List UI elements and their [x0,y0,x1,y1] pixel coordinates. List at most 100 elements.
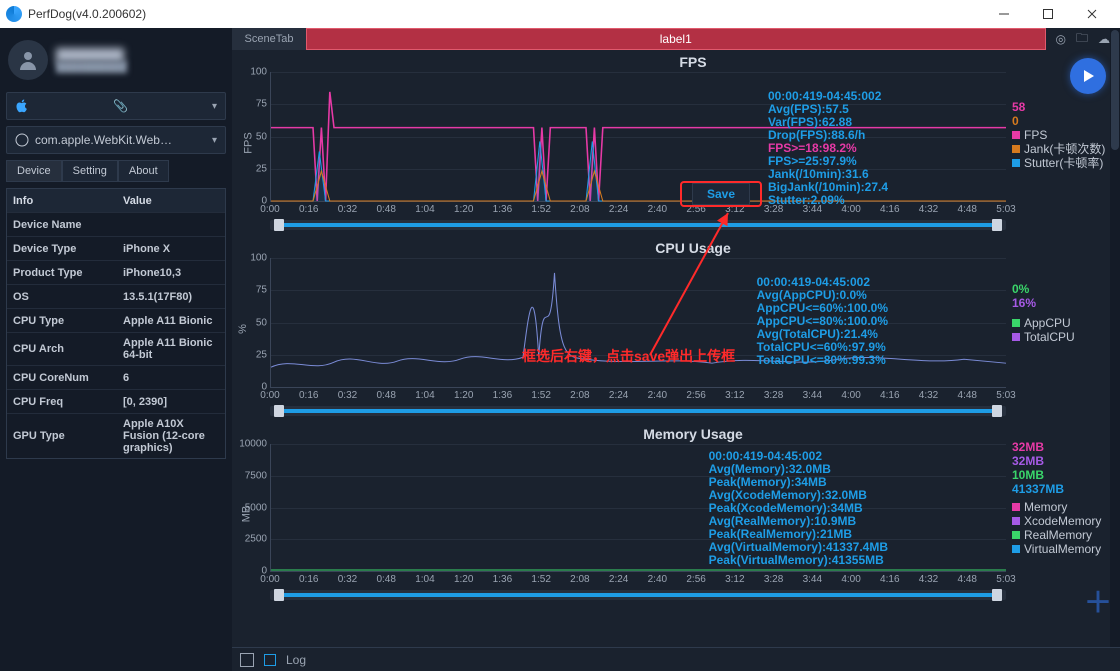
tab-setting[interactable]: Setting [62,160,118,182]
xtick: 0:00 [260,574,279,585]
chart-legend: 0% 16% AppCPU TotalCPU [1012,282,1116,344]
slider-handle-left[interactable] [274,219,284,231]
minimize-button[interactable] [982,0,1026,28]
chart-title: Memory Usage [270,424,1116,444]
scene-label[interactable]: label1 [306,28,1046,50]
chart-stats: 00:00:419-04:45:002 Avg(AppCPU):0.0% App… [757,276,888,367]
ytick: 5000 [237,502,267,513]
ytick: 100 [237,67,267,78]
xtick: 2:24 [609,204,628,215]
location-icon[interactable]: ◎ [1056,32,1066,46]
xtick: 3:12 [725,574,744,585]
info-val: Apple A11 Bionic 64-bit [117,333,225,365]
top-icons: ◎ 🗀 ☁ [1046,28,1120,50]
chart-legend: 32MB 32MB 10MB 41337MB Memory XcodeMemor… [1012,440,1116,556]
info-val: Apple A10X Fusion (12-core graphics) [117,414,225,458]
xtick: 0:00 [260,390,279,401]
folder-icon[interactable]: 🗀 [1076,29,1088,50]
xtick: 1:04 [415,574,434,585]
title-bar: PerfDog(v4.0.200602) [0,0,1120,28]
chevron-down-icon: ▾ [212,135,217,146]
info-key: Device Name [7,215,117,235]
timeline-slider[interactable] [270,220,1006,230]
xtick: 1:04 [415,204,434,215]
xtick: 4:48 [958,204,977,215]
xtick: 2:08 [570,574,589,585]
xtick: 0:48 [376,204,395,215]
plot-area[interactable]: 100 75 50 25 0 00:00:419-04:45:002 [270,72,1006,202]
xtick: 0:00 [260,204,279,215]
info-key: Device Type [7,239,117,259]
ytick: 25 [237,349,267,360]
annotation-caption: 框选后右键，点击save弹出上传框 [522,346,735,366]
ytick: 25 [237,163,267,174]
ytick: 50 [237,317,267,328]
chart-cpu: CPU Usage % 100 75 50 25 0 00:00:419-04:… [232,236,1116,422]
safari-icon [15,133,29,147]
slider-handle-left[interactable] [274,405,284,417]
xtick: 3:28 [764,390,783,401]
info-val: 13.5.1(17F80) [117,287,225,307]
info-key: CPU Type [7,311,117,331]
xtick: 1:20 [454,574,473,585]
ytick: 10000 [237,439,267,450]
xtick: 5:03 [996,574,1015,585]
cloud-icon[interactable]: ☁ [1098,32,1110,46]
avatar[interactable] [8,40,48,80]
scene-tab[interactable]: SceneTab [232,28,306,50]
slider-handle-left[interactable] [274,589,284,601]
slider-handle-right[interactable] [992,219,1002,231]
timeline-slider[interactable] [270,406,1006,416]
x-axis: 0:000:160:320:481:041:201:361:522:082:24… [270,390,1006,404]
xtick: 2:56 [686,390,705,401]
app-selector[interactable]: com.apple.WebKit.Web… ▾ [6,126,226,154]
xtick: 1:52 [531,390,550,401]
xtick: 0:16 [299,204,318,215]
sidebar-tabs: Device Setting About [6,160,226,182]
profile-sub: ██████████ [56,62,127,73]
close-button[interactable] [1070,0,1114,28]
info-val: Apple A11 Bionic [117,311,225,331]
scrollbar-thumb[interactable] [1111,30,1119,150]
xtick: 4:16 [880,390,899,401]
xtick: 1:20 [454,390,473,401]
xtick: 1:52 [531,204,550,215]
add-chart-button[interactable]: ＋ [1084,581,1112,621]
info-val: iPhone X [117,239,225,259]
xtick: 0:32 [338,390,357,401]
main-panel: SceneTab label1 ◎ 🗀 ☁ FPS FPS 100 75 50 [232,28,1120,671]
xtick: 2:24 [609,390,628,401]
slider-handle-right[interactable] [992,405,1002,417]
xtick: 2:24 [609,574,628,585]
expand-icon[interactable] [240,653,254,667]
xtick: 2:08 [570,390,589,401]
timeline-slider[interactable] [270,590,1006,600]
xtick: 4:32 [919,204,938,215]
x-axis: 0:000:160:320:481:041:201:361:522:082:24… [270,204,1006,218]
maximize-button[interactable] [1026,0,1070,28]
xtick: 2:56 [686,574,705,585]
plot-area[interactable]: 10000 7500 5000 2500 0 00:00:419-04:45:0… [270,444,1006,572]
slider-handle-right[interactable] [992,589,1002,601]
xtick: 0:16 [299,574,318,585]
scrollbar[interactable] [1110,28,1120,647]
pin-icon[interactable]: 📎 [113,99,128,113]
profile-name: ████████ [56,48,127,62]
save-button[interactable]: Save [692,183,750,205]
chevron-down-icon: ▾ [212,101,217,112]
device-selector[interactable]: 📎 ▾ [6,92,226,120]
tab-about[interactable]: About [118,160,169,182]
plot-area[interactable]: 100 75 50 25 0 00:00:419-04:45:002 Avg(A… [270,258,1006,388]
app-selector-text: com.apple.WebKit.Web… [35,133,172,147]
xtick: 3:44 [803,390,822,401]
x-axis: 0:000:160:320:481:041:201:361:522:082:24… [270,574,1006,588]
ytick: 7500 [237,470,267,481]
chart-fps: FPS FPS 100 75 50 25 0 [232,50,1116,236]
xtick: 0:32 [338,574,357,585]
xtick: 3:28 [764,574,783,585]
xtick: 4:16 [880,574,899,585]
log-checkbox[interactable] [264,654,276,666]
tab-device[interactable]: Device [6,160,62,182]
xtick: 4:16 [880,204,899,215]
ytick: 75 [237,285,267,296]
